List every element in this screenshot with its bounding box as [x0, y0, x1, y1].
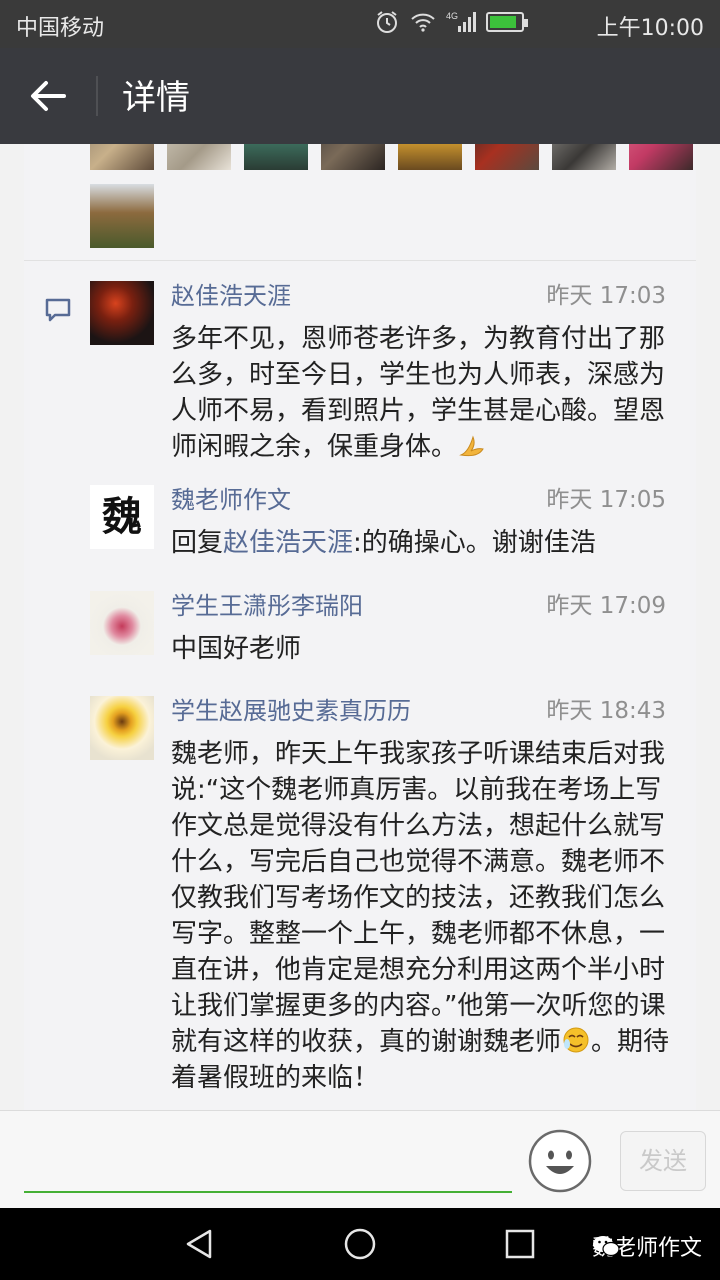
- comment-time: 昨天 17:05: [546, 487, 666, 513]
- photo-thumbnail[interactable]: [90, 144, 154, 170]
- comment-icon: [45, 298, 71, 322]
- send-button[interactable]: 发送: [620, 1131, 706, 1191]
- comments-panel: 赵佳浩天涯 昨天 17:03 多年不见，恩师苍老许多，为教育付出了那么多，时至今…: [24, 260, 696, 1110]
- photo-thumbnail[interactable]: [629, 144, 693, 170]
- comment-item[interactable]: 学生王潇彤李瑞阳 昨天 17:09 中国好老师: [90, 591, 690, 681]
- avatar-calligraphy: 魏: [102, 493, 142, 540]
- comment-time: 昨天 17:09: [546, 593, 666, 619]
- battery-level-fill: [490, 16, 516, 28]
- comment-author[interactable]: 魏老师作文: [171, 485, 291, 515]
- comment-body: 魏老师，昨天上午我家孩子听课结束后对我说:“这个魏老师真厉害。以前我在考场上写作…: [171, 739, 666, 1057]
- wifi-icon: [411, 13, 435, 32]
- moment-detail: 赵佳浩天涯 昨天 17:03 多年不见，恩师苍老许多，为教育付出了那么多，时至今…: [24, 144, 696, 1110]
- avatar[interactable]: 魏: [90, 485, 154, 549]
- battery-icon: [486, 12, 528, 32]
- avatar[interactable]: [90, 696, 154, 760]
- comment-text: 多年不见，恩师苍老许多，为教育付出了那么多，时至今日，学生也为人师表，深感为人师…: [171, 321, 681, 465]
- comment-body: :的确操心。谢谢佳浩: [353, 528, 596, 558]
- back-triangle-icon[interactable]: [182, 1226, 218, 1262]
- comment-item[interactable]: 魏 魏老师作文 昨天 17:05 回复赵佳浩天涯:的确操心。谢谢佳浩: [90, 485, 690, 575]
- photo-thumbnail[interactable]: [167, 144, 231, 170]
- input-underline: [24, 1191, 512, 1193]
- avatar[interactable]: [90, 591, 154, 655]
- page-title: 详情: [122, 78, 190, 118]
- clock: 上午10:00: [596, 16, 704, 41]
- recents-square-icon[interactable]: [504, 1228, 536, 1260]
- avatar[interactable]: [90, 281, 154, 345]
- folded-hands-emoji: [459, 435, 484, 457]
- comment-item[interactable]: 赵佳浩天涯 昨天 17:03 多年不见，恩师苍老许多，为教育付出了那么多，时至今…: [90, 281, 690, 471]
- app-bar: 详情: [0, 48, 720, 144]
- status-bar: 中国移动 4G 上午10:00: [0, 0, 720, 48]
- comment-text: 魏老师，昨天上午我家孩子听课结束后对我说:“这个魏老师真厉害。以前我在考场上写作…: [171, 736, 681, 1096]
- comment-author[interactable]: 学生赵展驰史素真历历: [171, 696, 411, 726]
- home-circle-icon[interactable]: [342, 1226, 378, 1262]
- reply-prefix: 回复: [171, 528, 224, 558]
- teary-smile-emoji: [563, 1027, 589, 1053]
- comment-time: 昨天 17:03: [546, 283, 666, 309]
- comment-text: 回复赵佳浩天涯:的确操心。谢谢佳浩: [171, 525, 681, 561]
- photo-thumbnail[interactable]: [244, 144, 308, 170]
- comment-text: 中国好老师: [171, 634, 302, 664]
- comment-input[interactable]: [24, 1131, 512, 1191]
- photo-thumbnail[interactable]: [475, 144, 539, 170]
- network-type: 4G: [446, 11, 458, 21]
- app-bar-divider: [96, 76, 98, 116]
- comment-item[interactable]: 学生赵展驰史素真历历 昨天 18:43 魏老师，昨天上午我家孩子听课结束后对我说…: [90, 696, 690, 1106]
- photo-grid: [24, 144, 696, 260]
- alarm-icon: [377, 11, 397, 33]
- comment-time: 昨天 18:43: [546, 698, 666, 724]
- comment-author[interactable]: 学生王潇彤李瑞阳: [171, 591, 363, 621]
- photo-thumbnail[interactable]: [398, 144, 462, 170]
- smiley-face-icon[interactable]: [528, 1129, 592, 1193]
- photo-thumbnail[interactable]: [90, 184, 154, 248]
- comment-body: 多年不见，恩师苍老许多，为教育付出了那么多，时至今日，学生也为人师表，深感为人师…: [171, 324, 666, 462]
- reply-mention[interactable]: 赵佳浩天涯: [223, 528, 353, 558]
- signal-icon: 4G: [446, 11, 476, 32]
- carrier-name: 中国移动: [16, 16, 105, 41]
- wechat-logo-icon: [592, 1236, 620, 1257]
- photo-thumbnail[interactable]: [552, 144, 616, 170]
- photo-thumbnail[interactable]: [321, 144, 385, 170]
- system-nav-bar: 魏老师作文: [0, 1208, 720, 1280]
- comment-author[interactable]: 赵佳浩天涯: [171, 281, 291, 311]
- status-icons: 4G: [374, 10, 528, 34]
- comment-input-bar: 发送: [0, 1110, 720, 1208]
- watermark: 魏老师作文: [592, 1230, 702, 1262]
- back-arrow-icon[interactable]: [26, 74, 70, 118]
